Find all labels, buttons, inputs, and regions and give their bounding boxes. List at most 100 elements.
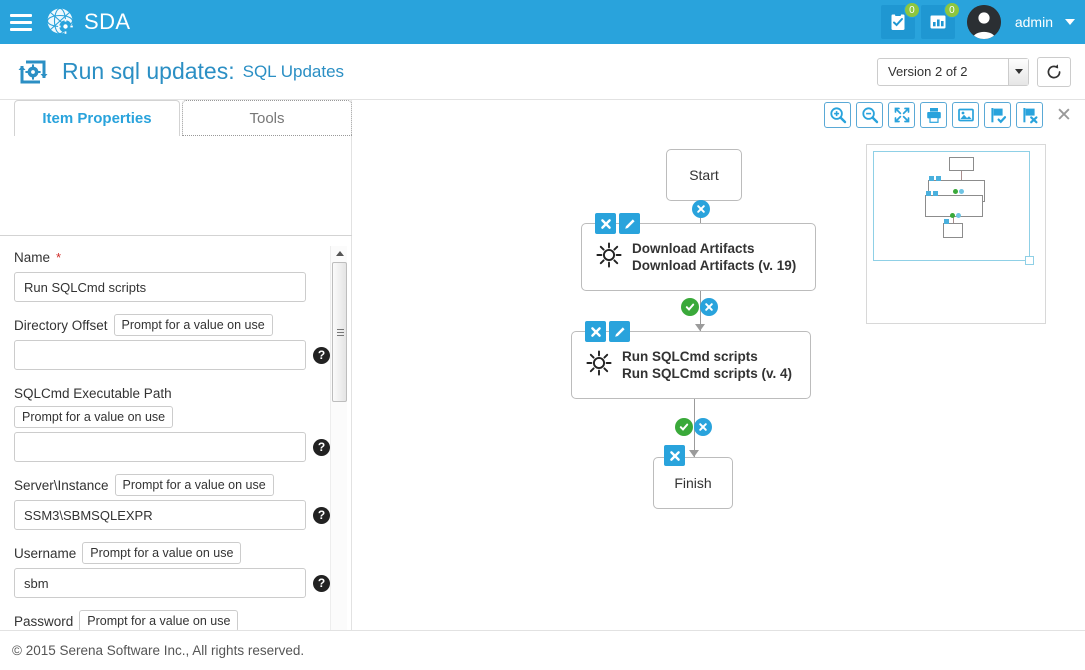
- field-password-label: Password: [14, 613, 74, 629]
- directory-offset-input[interactable]: [14, 340, 306, 370]
- tasks-badge-count: 0: [903, 2, 920, 18]
- top-navigation-bar: SDA 0 0 admin: [0, 0, 1085, 44]
- tab-item-properties-label: Item Properties: [42, 110, 152, 127]
- field-server-instance: Server\Instance Prompt for a value on us…: [0, 474, 352, 530]
- workflow-canvas[interactable]: Start Download Artifacts Download Artifa…: [353, 138, 853, 630]
- item-properties-panel: Item Properties Tools Name * Dir: [0, 100, 352, 670]
- workflow-node-download-artifacts-text: Download Artifacts Download Artifacts (v…: [632, 240, 796, 274]
- field-server-instance-label: Server\Instance: [14, 477, 109, 493]
- field-directory-offset-label: Directory Offset: [14, 317, 108, 333]
- validate-button[interactable]: [984, 102, 1011, 128]
- minimap-panel[interactable]: [866, 144, 1046, 324]
- edit-node-button[interactable]: [619, 213, 640, 234]
- minimap-status-dot: [953, 189, 958, 194]
- connector-close-x-circle-icon[interactable]: [692, 200, 710, 218]
- connector-close-x-circle-icon[interactable]: [694, 418, 712, 436]
- node-version-line: Download Artifacts (v. 19): [632, 258, 797, 273]
- server-instance-input[interactable]: [14, 500, 306, 530]
- edit-node-button[interactable]: [609, 321, 630, 342]
- zoom-out-button[interactable]: [856, 102, 883, 128]
- sqlcmd-path-prompt-toggle[interactable]: Prompt for a value on use: [14, 406, 174, 428]
- scrollbar-thumb[interactable]: [332, 262, 347, 402]
- refresh-button[interactable]: [1037, 56, 1071, 87]
- field-name: Name *: [0, 246, 352, 302]
- username-input[interactable]: [14, 568, 306, 598]
- sqlcmd-executable-path-input[interactable]: [14, 432, 306, 462]
- fit-screen-button[interactable]: [888, 102, 915, 128]
- gear-icon: [594, 240, 624, 275]
- minimap-connector: [961, 171, 962, 180]
- workflow-node-start[interactable]: Start: [666, 149, 742, 201]
- help-icon[interactable]: ?: [313, 438, 330, 456]
- workflow-node-run-sqlcmd-scripts-text: Run SQLCmd scripts Run SQLCmd scripts (v…: [622, 348, 792, 382]
- help-icon[interactable]: ?: [313, 346, 330, 364]
- user-avatar-icon[interactable]: [966, 5, 1001, 39]
- server-instance-prompt-toggle[interactable]: Prompt for a value on use: [114, 474, 274, 496]
- minimap-action-badge: [933, 191, 938, 196]
- notifications-tasks-button[interactable]: 0: [880, 2, 920, 39]
- page-title: Run sql updates:: [62, 58, 235, 84]
- required-asterisk-icon: *: [56, 249, 62, 265]
- diagram-toolbar: ✕: [824, 102, 1075, 128]
- field-name-label: Name: [14, 249, 51, 265]
- notifications-reports-button[interactable]: 0: [920, 2, 960, 39]
- field-directory-offset: Directory Offset Prompt for a value on u…: [0, 314, 352, 370]
- process-gear-refresh-icon: [16, 55, 50, 89]
- user-menu-caret-down-icon[interactable]: [1065, 19, 1075, 25]
- copyright-text: © 2015 Serena Software Inc., All rights …: [12, 643, 305, 658]
- export-image-button[interactable]: [952, 102, 979, 128]
- workflow-node-finish-label: Finish: [674, 475, 712, 491]
- name-input[interactable]: [14, 272, 306, 302]
- delete-node-button[interactable]: [595, 213, 616, 234]
- minimap-status-dot: [956, 213, 961, 218]
- panel-tabs: Item Properties Tools: [14, 100, 352, 136]
- directory-offset-prompt-toggle[interactable]: Prompt for a value on use: [113, 314, 273, 336]
- reports-badge-count: 0: [943, 2, 960, 18]
- node-version-line: Run SQLCmd scripts (v. 4): [622, 366, 793, 381]
- node-title-line: Run SQLCmd scripts: [622, 349, 758, 364]
- tab-item-properties[interactable]: Item Properties: [14, 100, 180, 136]
- workflow-node-run-sqlcmd-scripts[interactable]: Run SQLCmd scripts Run SQLCmd scripts (v…: [571, 331, 811, 399]
- top-bar-right-actions: 0 0 admin: [880, 0, 1085, 44]
- scroll-up-arrow-icon[interactable]: [331, 246, 348, 261]
- connector-check-circle-icon[interactable]: [675, 418, 693, 436]
- version-select[interactable]: Version 2 of 2: [877, 57, 1029, 86]
- hamburger-menu-icon[interactable]: [10, 13, 32, 31]
- clear-validation-button[interactable]: [1016, 102, 1043, 128]
- help-icon[interactable]: ?: [313, 574, 330, 592]
- field-username: Username Prompt for a value on use ?: [0, 542, 352, 598]
- zoom-in-button[interactable]: [824, 102, 851, 128]
- tab-tools[interactable]: Tools: [182, 100, 352, 136]
- properties-scrollbar[interactable]: [330, 246, 347, 670]
- field-username-label: Username: [14, 545, 77, 561]
- scrollbar-grip-icon: [337, 329, 344, 338]
- password-prompt-toggle[interactable]: Prompt for a value on use: [79, 610, 239, 632]
- tab-tools-label: Tools: [249, 109, 285, 127]
- page-footer: © 2015 Serena Software Inc., All rights …: [0, 630, 1085, 670]
- delete-node-button[interactable]: [664, 445, 685, 466]
- minimap-status-dot: [959, 189, 964, 194]
- close-icon[interactable]: ✕: [1053, 104, 1075, 126]
- application-root: SDA 0 0 admin Run sql updates: SQL Updat…: [0, 0, 1085, 670]
- print-button[interactable]: [920, 102, 947, 128]
- username-prompt-toggle[interactable]: Prompt for a value on use: [82, 542, 242, 564]
- brand[interactable]: SDA: [46, 7, 130, 37]
- gear-icon: [584, 348, 614, 383]
- minimap-node: [943, 223, 963, 238]
- field-sqlcmd-executable-path-label: SQLCmd Executable Path: [14, 385, 172, 401]
- connector-close-x-circle-icon[interactable]: [700, 298, 718, 316]
- help-icon[interactable]: ?: [313, 506, 330, 524]
- sda-globe-gear-logo-icon: [46, 7, 76, 37]
- version-controls: Version 2 of 2: [877, 56, 1085, 87]
- workflow-node-download-artifacts[interactable]: Download Artifacts Download Artifacts (v…: [581, 223, 816, 291]
- user-name-label: admin: [1014, 14, 1053, 30]
- minimap-action-badge: [944, 219, 949, 224]
- minimap-action-badge: [936, 176, 941, 181]
- minimap-status-dot: [950, 213, 955, 218]
- field-sqlcmd-executable-path: SQLCmd Executable Path Prompt for a valu…: [0, 382, 352, 462]
- node-title-line: Download Artifacts: [632, 241, 755, 256]
- connector-check-circle-icon[interactable]: [681, 298, 699, 316]
- chevron-down-icon[interactable]: [1008, 58, 1028, 85]
- minimap-resize-handle-icon[interactable]: [1025, 256, 1034, 265]
- delete-node-button[interactable]: [585, 321, 606, 342]
